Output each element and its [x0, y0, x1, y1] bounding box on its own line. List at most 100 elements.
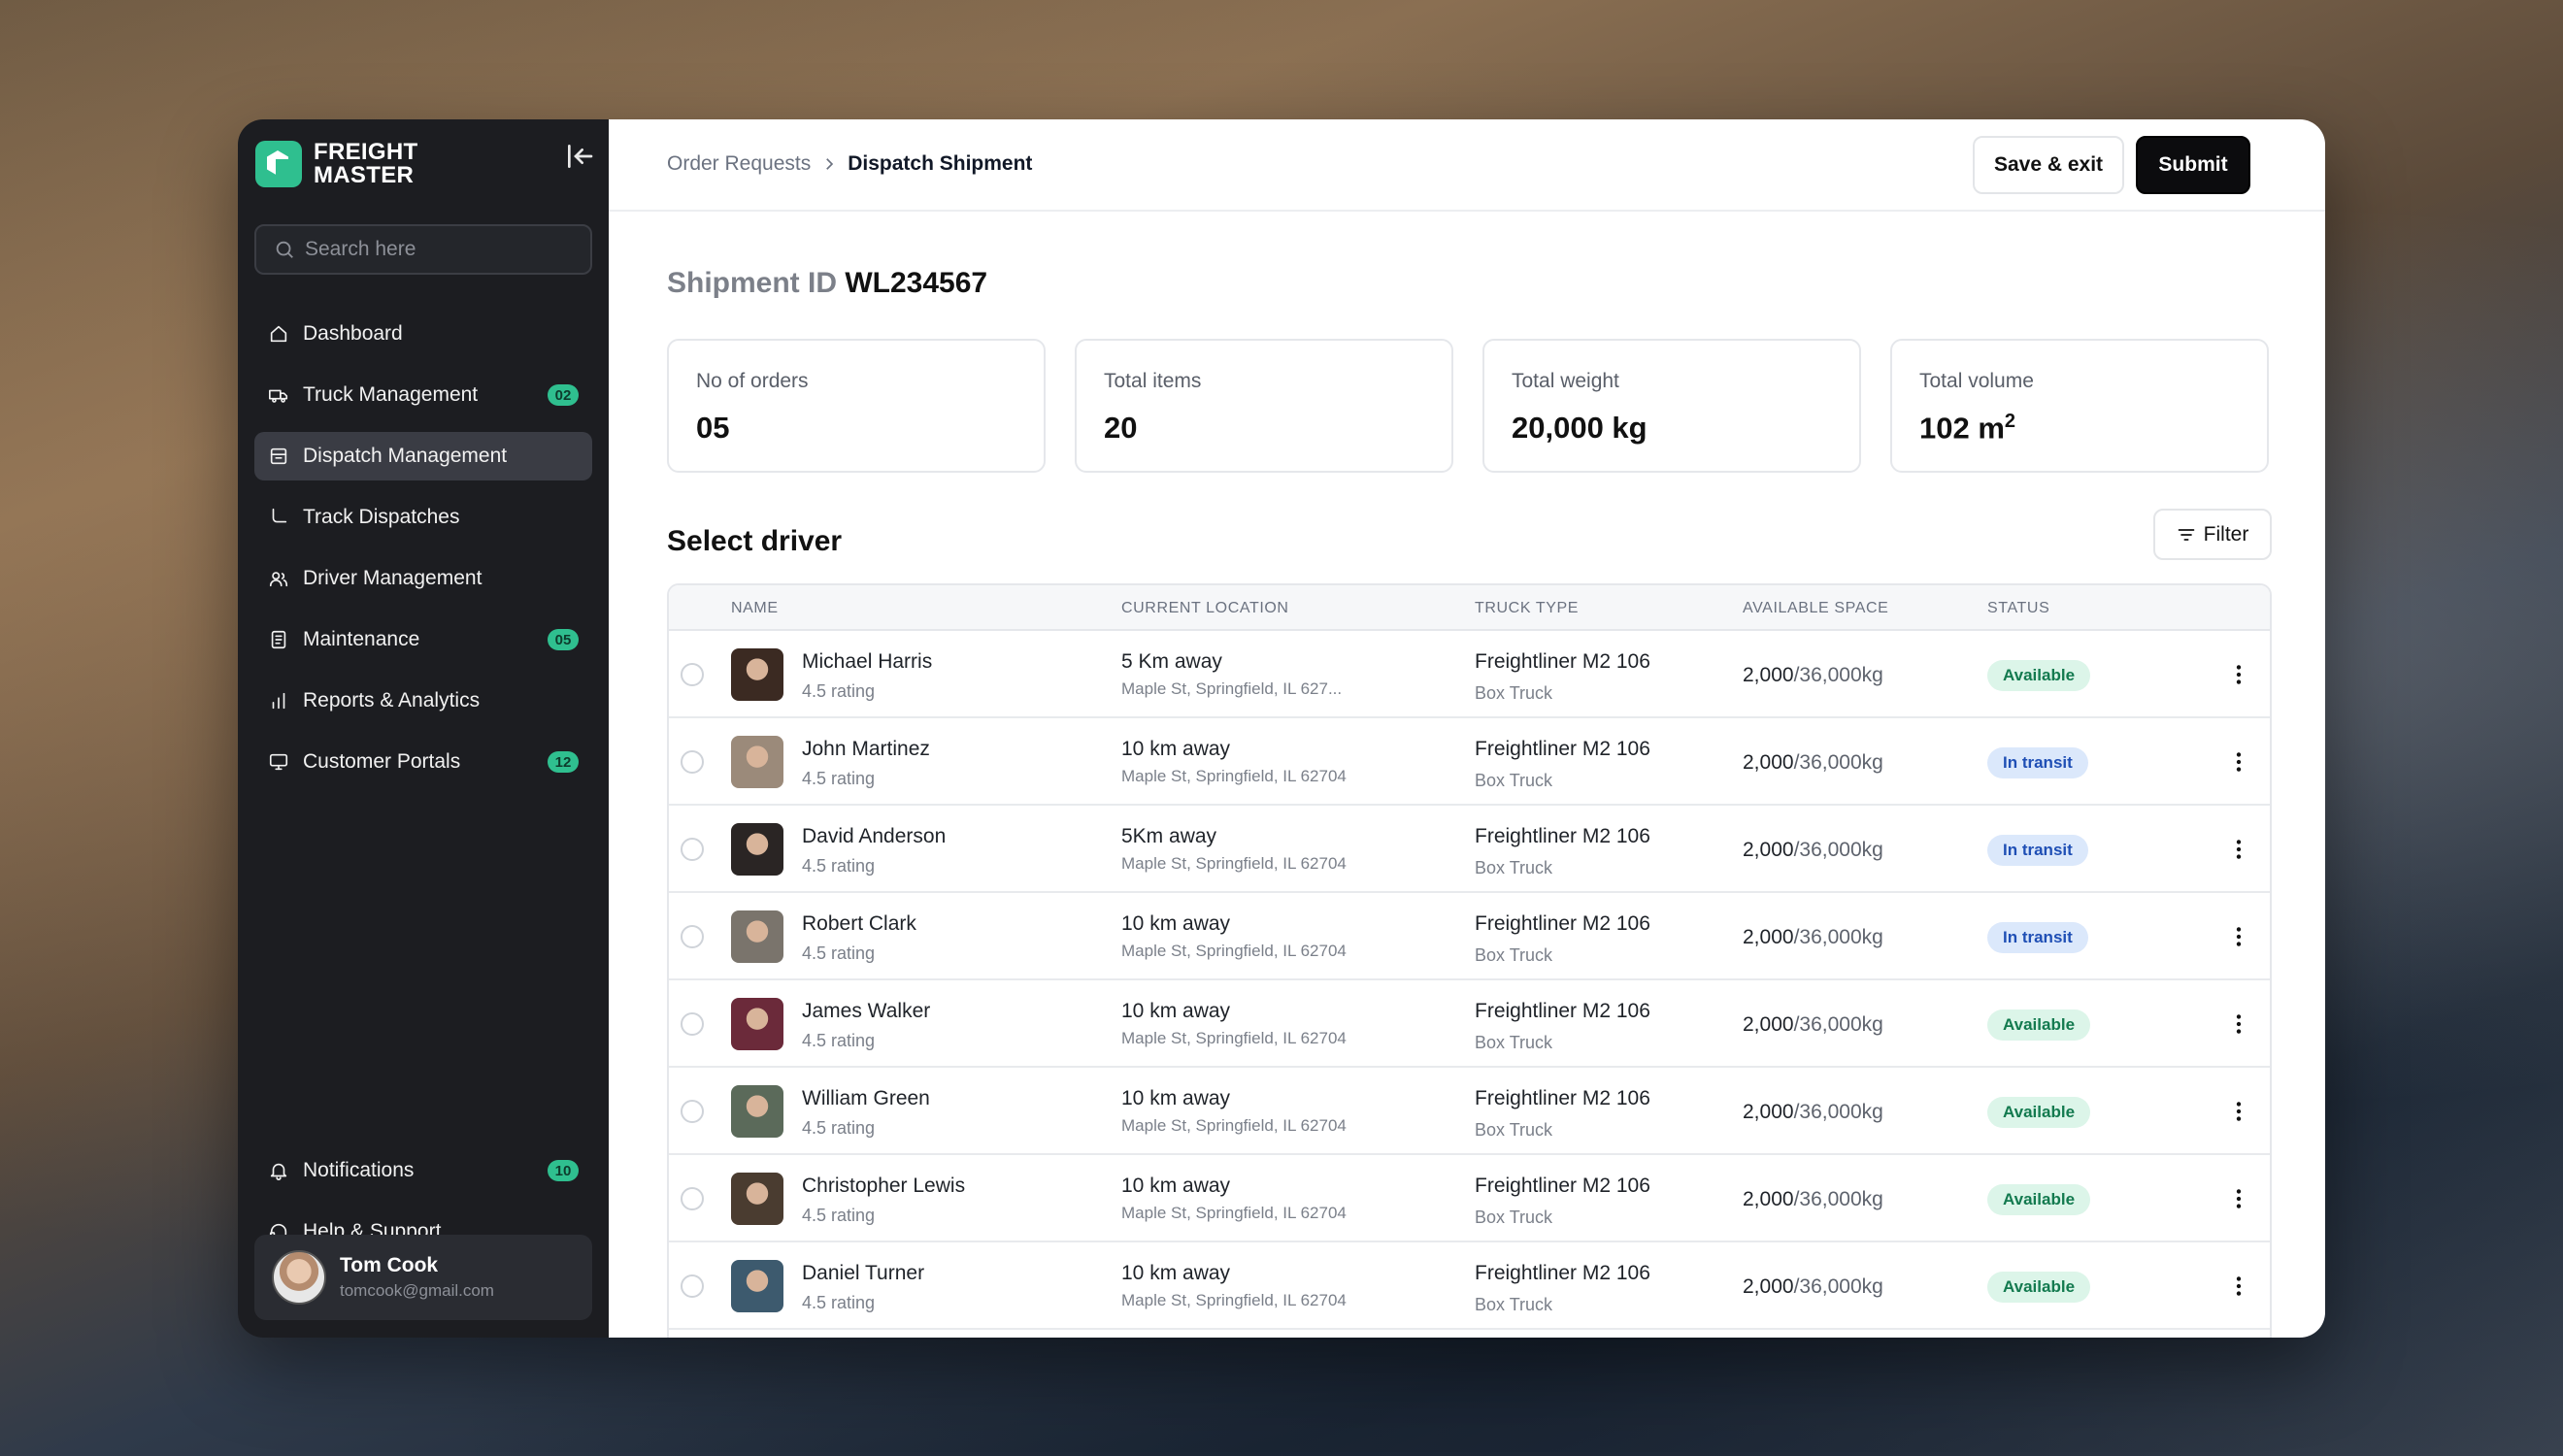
- select-driver-radio[interactable]: [681, 838, 704, 861]
- table-row[interactable]: Robert Clark 4.5 rating 10 km away Maple St…: [669, 893, 2270, 980]
- select-driver-radio[interactable]: [681, 750, 704, 774]
- user-profile[interactable]: Tom Cook tomcook@gmail.com: [254, 1235, 592, 1320]
- sidebar-item-label: Reports & Analytics: [303, 689, 481, 711]
- sidebar-item-driver-management[interactable]: Driver Management: [254, 554, 592, 603]
- status-badge: In transit: [1987, 922, 2088, 953]
- filter-button[interactable]: Filter: [2153, 509, 2272, 560]
- more-options-icon[interactable]: [2226, 660, 2251, 689]
- filter-icon: [2178, 528, 2194, 541]
- truck-type: Box Truck: [1475, 1120, 1553, 1140]
- select-driver-radio[interactable]: [681, 1274, 704, 1298]
- driver-address: Maple St, Springfield, IL 62704: [1121, 1291, 1347, 1309]
- available-space: 2,000/36,000kg: [1743, 1275, 1883, 1298]
- driver-distance: 5Km away: [1121, 825, 1217, 847]
- user-email: tomcook@gmail.com: [340, 1281, 494, 1300]
- top-bar: Order Requests Dispatch Shipment Save & …: [609, 119, 2325, 212]
- save-exit-button[interactable]: Save & exit: [1973, 136, 2124, 194]
- truck-model: Freightliner M2 106: [1475, 1087, 1650, 1109]
- driver-name: John Martinez: [802, 738, 930, 760]
- home-icon: [270, 325, 287, 343]
- driver-address: Maple St, Springfield, IL 62704: [1121, 1116, 1347, 1135]
- submit-button[interactable]: Submit: [2136, 136, 2250, 194]
- collapse-sidebar-icon[interactable]: [564, 141, 595, 172]
- avatar: [731, 1260, 783, 1312]
- sidebar-item-dashboard[interactable]: Dashboard: [254, 310, 592, 358]
- driver-rating: 4.5 rating: [802, 1031, 876, 1050]
- avatar: [731, 648, 783, 701]
- truck-type: Box Truck: [1475, 858, 1553, 877]
- avatar: [731, 1173, 783, 1225]
- driver-rating: 4.5 rating: [802, 943, 876, 963]
- driver-rating: 4.5 rating: [802, 1206, 876, 1225]
- driver-distance: 10 km away: [1121, 738, 1231, 760]
- sidebar-item-track-dispatches[interactable]: Track Dispatches: [254, 493, 592, 542]
- avatar: [731, 736, 783, 788]
- header-name[interactable]: Name: [731, 600, 779, 617]
- sidebar-item-maintenance[interactable]: Maintenance 05: [254, 615, 592, 664]
- more-options-icon[interactable]: [2226, 835, 2251, 864]
- sidebar-item-notifications[interactable]: Notifications 10: [254, 1146, 592, 1195]
- table-row[interactable]: David Anderson 4.5 rating 5Km away Maple St…: [669, 806, 2270, 893]
- table-row[interactable]: Christopher Lewis 4.5 rating 10 km away Map…: [669, 1155, 2270, 1242]
- more-options-icon[interactable]: [2226, 1272, 2251, 1301]
- truck-type: Box Truck: [1475, 1208, 1553, 1227]
- driver-rating: 4.5 rating: [802, 856, 876, 876]
- header-location[interactable]: Current location: [1121, 600, 1289, 617]
- more-options-icon[interactable]: [2226, 1184, 2251, 1213]
- status-badge: Available: [1987, 1097, 2091, 1128]
- table-row[interactable]: James Walker 4.5 rating 10 km away Maple St…: [669, 980, 2270, 1068]
- table-row[interactable]: William Green 4.5 rating 10 km away Maple S…: [669, 1068, 2270, 1155]
- sub-branch-icon: [272, 508, 287, 523]
- driver-rating: 4.5 rating: [802, 769, 876, 788]
- brand-name: FREIGHT MASTER: [314, 139, 418, 188]
- select-driver-radio[interactable]: [681, 1100, 704, 1123]
- truck-model: Freightliner M2 106: [1475, 738, 1650, 760]
- status-badge: In transit: [1987, 835, 2088, 866]
- truck-model: Freightliner M2 106: [1475, 1000, 1650, 1022]
- sidebar-item-label: Customer Portals: [303, 750, 461, 773]
- count-badge: 12: [548, 751, 579, 773]
- breadcrumb-current: Dispatch Shipment: [848, 152, 1033, 175]
- truck-type: Box Truck: [1475, 771, 1553, 790]
- more-options-icon[interactable]: [2226, 1097, 2251, 1126]
- truck-model: Freightliner M2 106: [1475, 825, 1650, 847]
- table-row[interactable]: John Martinez 4.5 rating 10 km away Maple S…: [669, 718, 2270, 806]
- available-space: 2,000/36,000kg: [1743, 1101, 1883, 1123]
- status-badge: In transit: [1987, 747, 2088, 778]
- clipboard-icon: [271, 630, 286, 649]
- sidebar-item-reports-analytics[interactable]: Reports & Analytics: [254, 677, 592, 725]
- stat-value: 102 m2: [1919, 411, 2016, 446]
- sidebar-item-dispatch-management[interactable]: Dispatch Management: [254, 432, 592, 480]
- driver-address: Maple St, Springfield, IL 62704: [1121, 1029, 1347, 1047]
- table-row[interactable]: Daniel Turner 4.5 rating 10 km away Maple S…: [669, 1242, 2270, 1330]
- table-body: Michael Harris 4.5 rating 5 Km away Maple S…: [669, 631, 2270, 1330]
- table-row[interactable]: Michael Harris 4.5 rating 5 Km away Maple S…: [669, 631, 2270, 718]
- chevron-right-icon: [826, 158, 834, 170]
- status-badge: Available: [1987, 1272, 2091, 1303]
- brand[interactable]: FREIGHT MASTER: [255, 141, 417, 187]
- more-options-icon[interactable]: [2226, 747, 2251, 777]
- header-status[interactable]: Status: [1987, 600, 2049, 617]
- stat-value: 20: [1104, 411, 1138, 445]
- stat-label: Total items: [1104, 370, 1202, 392]
- select-driver-radio[interactable]: [681, 925, 704, 948]
- search-input[interactable]: [305, 238, 577, 261]
- select-driver-radio[interactable]: [681, 1012, 704, 1036]
- more-options-icon[interactable]: [2226, 1009, 2251, 1039]
- drivers-table: Name Current location Truck type Availab…: [667, 583, 2272, 1338]
- more-options-icon[interactable]: [2226, 922, 2251, 951]
- truck-model: Freightliner M2 106: [1475, 1175, 1650, 1197]
- stat-card: Total volume 102 m2: [1890, 339, 2269, 473]
- sidebar-item-label: Maintenance: [303, 628, 420, 650]
- select-driver-radio[interactable]: [681, 663, 704, 686]
- breadcrumb-order-requests[interactable]: Order Requests: [667, 152, 811, 176]
- sidebar-item-customer-portals[interactable]: Customer Portals 12: [254, 738, 592, 786]
- select-driver-radio[interactable]: [681, 1187, 704, 1210]
- truck-model: Freightliner M2 106: [1475, 1262, 1650, 1284]
- truck-type: Box Truck: [1475, 1295, 1553, 1314]
- count-badge: 05: [548, 629, 579, 650]
- sidebar-item-truck-management[interactable]: Truck Management 02: [254, 371, 592, 419]
- stat-label: Total volume: [1919, 370, 2034, 392]
- header-available-space[interactable]: Available space: [1743, 600, 1888, 617]
- header-truck-type[interactable]: Truck type: [1475, 600, 1579, 617]
